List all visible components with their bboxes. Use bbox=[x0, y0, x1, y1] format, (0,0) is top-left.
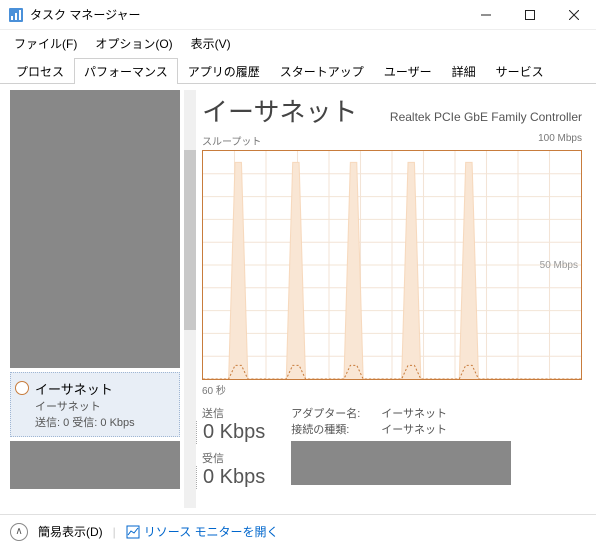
chart-label-mid: 50 Mbps bbox=[540, 260, 578, 271]
tab-performance[interactable]: パフォーマンス bbox=[74, 58, 178, 84]
sidebar-redacted-top bbox=[10, 90, 180, 368]
sidebar-item-title: イーサネット bbox=[35, 379, 135, 398]
adapter-description: Realtek PCIe GbE Family Controller bbox=[390, 110, 582, 124]
adapter-name-label: アダプター名: bbox=[291, 405, 381, 421]
simple-view-button[interactable]: 簡易表示(D) bbox=[38, 523, 103, 540]
send-label: 送信 bbox=[202, 405, 265, 421]
close-button[interactable] bbox=[552, 0, 596, 30]
send-value: 0 Kbps bbox=[196, 421, 265, 444]
chart-x-axis-label: 60 秒 bbox=[202, 382, 582, 397]
tab-details[interactable]: 詳細 bbox=[442, 58, 486, 84]
tab-processes[interactable]: プロセス bbox=[6, 58, 74, 84]
recv-label: 受信 bbox=[202, 450, 265, 466]
menu-file[interactable]: ファイル(F) bbox=[6, 32, 85, 55]
ethernet-icon bbox=[15, 381, 29, 395]
recv-value: 0 Kbps bbox=[196, 466, 265, 489]
details-redacted bbox=[291, 441, 511, 485]
conn-type-label: 接続の種類: bbox=[291, 421, 381, 437]
menu-bar: ファイル(F) オプション(O) 表示(V) bbox=[0, 30, 596, 57]
throughput-chart: 50 Mbps bbox=[202, 150, 582, 380]
collapse-icon[interactable]: ∧ bbox=[10, 523, 28, 541]
chart-label-max: 100 Mbps bbox=[538, 133, 582, 148]
titlebar: タスク マネージャー bbox=[0, 0, 596, 30]
resmon-icon bbox=[126, 525, 140, 539]
tab-startup[interactable]: スタートアップ bbox=[270, 58, 374, 84]
minimize-button[interactable] bbox=[464, 0, 508, 30]
footer: ∧ 簡易表示(D) | リソース モニターを開く bbox=[0, 514, 596, 548]
content: イーサネット イーサネット 送信: 0 受信: 0 Kbps イーサネット Re… bbox=[0, 84, 596, 514]
window-title: タスク マネージャー bbox=[30, 6, 464, 23]
sidebar-item-subtitle: イーサネット bbox=[35, 398, 135, 414]
menu-options[interactable]: オプション(O) bbox=[87, 32, 180, 55]
sidebar: イーサネット イーサネット 送信: 0 受信: 0 Kbps bbox=[0, 84, 192, 514]
sidebar-item-ethernet[interactable]: イーサネット イーサネット 送信: 0 受信: 0 Kbps bbox=[10, 372, 180, 437]
adapter-name-value: イーサネット bbox=[381, 408, 447, 420]
app-icon bbox=[8, 7, 24, 23]
page-title: イーサネット bbox=[202, 92, 357, 129]
conn-type-value: イーサネット bbox=[381, 424, 447, 436]
menu-view[interactable]: 表示(V) bbox=[183, 32, 239, 55]
tab-users[interactable]: ユーザー bbox=[374, 58, 442, 84]
chart-label-throughput: スループット bbox=[202, 133, 261, 148]
tab-app-history[interactable]: アプリの履歴 bbox=[178, 58, 270, 84]
main-panel: イーサネット Realtek PCIe GbE Family Controlle… bbox=[192, 84, 596, 514]
tab-services[interactable]: サービス bbox=[486, 58, 554, 84]
sidebar-redacted-bottom bbox=[10, 441, 180, 489]
resource-monitor-link[interactable]: リソース モニターを開く bbox=[126, 523, 279, 540]
maximize-button[interactable] bbox=[508, 0, 552, 30]
tab-bar: プロセス パフォーマンス アプリの履歴 スタートアップ ユーザー 詳細 サービス bbox=[0, 57, 596, 84]
sidebar-item-detail: 送信: 0 受信: 0 Kbps bbox=[35, 414, 135, 430]
